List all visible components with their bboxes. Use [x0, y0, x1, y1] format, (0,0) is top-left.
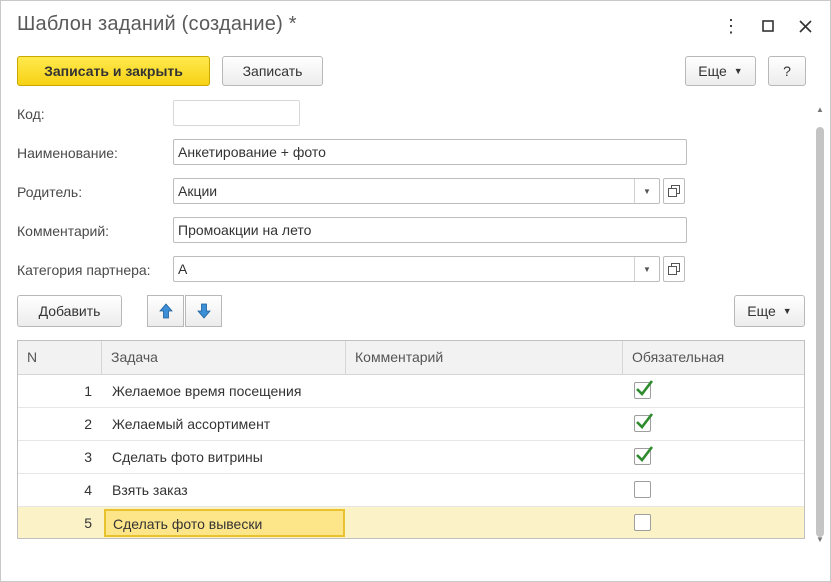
name-field[interactable]: Анкетирование + фото	[173, 139, 687, 165]
tasks-table[interactable]: N Задача Комментарий Обязательная 1 Жела…	[17, 340, 805, 539]
table-more-label: Еще	[747, 303, 776, 319]
scrollbar-thumb[interactable]	[816, 127, 824, 537]
move-up-button[interactable]	[147, 295, 184, 327]
task-cell-focused[interactable]: Сделать фото вывески	[104, 509, 345, 537]
move-down-button[interactable]	[185, 295, 222, 327]
row-number: 4	[84, 482, 92, 498]
dropdown-icon[interactable]: ▼	[634, 179, 659, 203]
checkmark-icon	[636, 380, 654, 396]
name-label: Наименование:	[17, 145, 118, 161]
table-row[interactable]: 4 Взять заказ	[18, 474, 804, 507]
open-form-icon[interactable]	[663, 178, 685, 204]
save-and-close-button[interactable]: Записать и закрыть	[17, 56, 210, 86]
task-cell[interactable]: Сделать фото витрины	[112, 441, 263, 473]
dropdown-icon: ▼	[733, 66, 743, 76]
scrollbar[interactable]: ▲ ▼	[815, 105, 825, 545]
window-title: Шаблон заданий (создание) *	[17, 13, 297, 35]
row-number: 5	[84, 515, 92, 531]
required-checkbox[interactable]	[634, 446, 654, 465]
column-header-required[interactable]: Обязательная	[623, 341, 804, 374]
parent-field[interactable]: Акции ▼	[173, 178, 660, 204]
add-row-button[interactable]: Добавить	[17, 295, 122, 327]
parent-value: Акции	[178, 183, 218, 199]
more-button-label: Еще	[698, 63, 727, 79]
help-button[interactable]: ?	[768, 56, 806, 86]
close-icon[interactable]	[793, 14, 817, 38]
category-label: Категория партнера:	[17, 262, 151, 278]
arrow-up-icon	[158, 303, 173, 319]
comment-value: Промоакции на лето	[178, 222, 312, 238]
row-number: 1	[84, 383, 92, 399]
required-checkbox[interactable]	[634, 514, 651, 531]
category-value: А	[178, 261, 188, 277]
row-number: 2	[84, 416, 92, 432]
table-row-selected[interactable]: 5 Сделать фото вывески	[18, 507, 804, 538]
dropdown-icon: ▼	[782, 306, 792, 316]
open-form-icon[interactable]	[663, 256, 685, 282]
table-more-button[interactable]: Еще ▼	[734, 295, 805, 327]
task-cell[interactable]: Взять заказ	[112, 474, 188, 506]
scroll-up-icon[interactable]: ▲	[815, 105, 825, 115]
required-checkbox[interactable]	[634, 481, 651, 498]
scroll-down-icon[interactable]: ▼	[815, 535, 825, 545]
form-window: Шаблон заданий (создание) * ⋮ Записать и…	[0, 0, 831, 582]
save-button[interactable]: Записать	[222, 56, 323, 86]
more-button[interactable]: Еще ▼	[685, 56, 756, 86]
dropdown-icon[interactable]: ▼	[634, 257, 659, 281]
code-field[interactable]	[173, 100, 300, 126]
comment-label: Комментарий:	[17, 223, 110, 239]
maximize-icon[interactable]	[756, 14, 780, 38]
required-checkbox[interactable]	[634, 413, 654, 432]
comment-field[interactable]: Промоакции на лето	[173, 217, 687, 243]
table-header: N Задача Комментарий Обязательная	[18, 341, 804, 375]
table-row[interactable]: 3 Сделать фото витрины	[18, 441, 804, 474]
table-row[interactable]: 2 Желаемый ассортимент	[18, 408, 804, 441]
arrow-down-icon	[196, 303, 211, 319]
checkmark-icon	[636, 446, 654, 462]
parent-label: Родитель:	[17, 184, 83, 200]
task-cell[interactable]: Желаемое время посещения	[112, 375, 301, 407]
code-label: Код:	[17, 106, 45, 122]
column-header-task[interactable]: Задача	[102, 341, 346, 374]
table-row[interactable]: 1 Желаемое время посещения	[18, 375, 804, 408]
checkmark-icon	[636, 413, 654, 429]
column-header-comment[interactable]: Комментарий	[346, 341, 623, 374]
column-header-n[interactable]: N	[18, 341, 102, 374]
category-field[interactable]: А ▼	[173, 256, 660, 282]
required-checkbox[interactable]	[634, 380, 654, 399]
row-number: 3	[84, 449, 92, 465]
name-value: Анкетирование + фото	[178, 144, 326, 160]
task-cell[interactable]: Желаемый ассортимент	[112, 408, 270, 440]
more-vert-icon[interactable]: ⋮	[719, 14, 743, 38]
